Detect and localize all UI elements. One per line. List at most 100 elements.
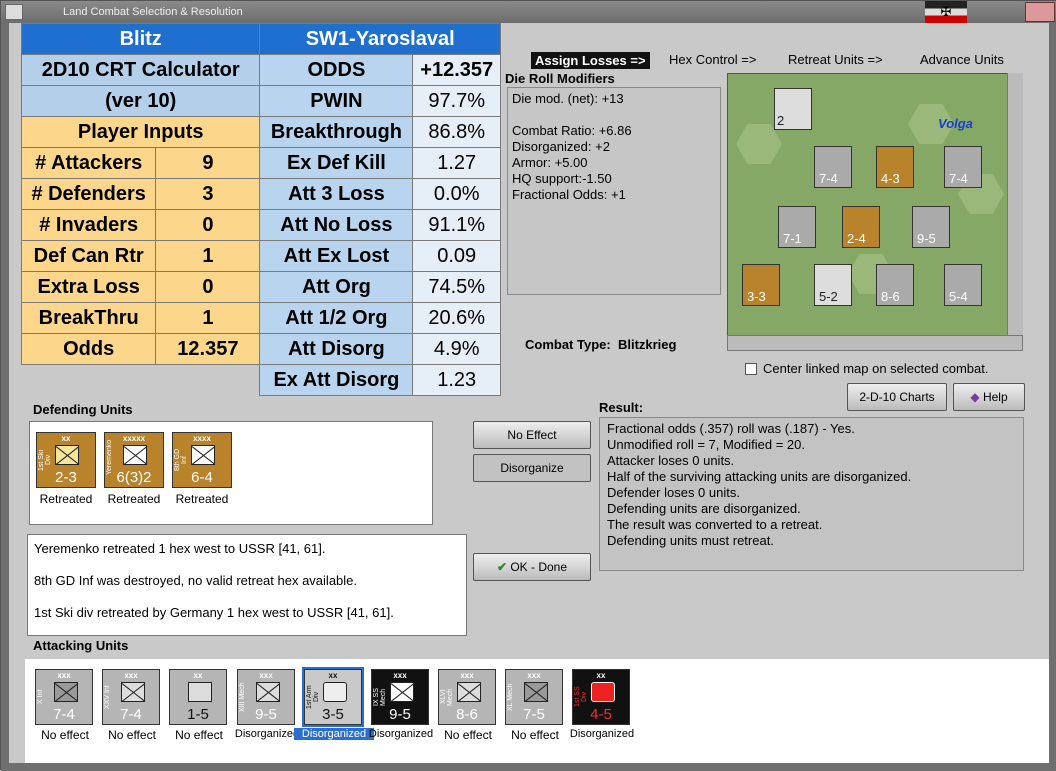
map-unit[interactable]: 7-4 xyxy=(814,146,852,188)
result-line: The result was converted to a retreat. xyxy=(607,517,823,532)
result-label: Att No Loss xyxy=(259,209,414,241)
attacking-unit[interactable]: xx 1-5 xyxy=(169,669,227,725)
map-unit[interactable]: 2-4 xyxy=(842,206,880,248)
result-line: Half of the surviving attacking units ar… xyxy=(607,469,912,484)
result-value: 74.5% xyxy=(412,271,501,303)
input-value[interactable]: 9 xyxy=(155,147,261,179)
die-mod-line xyxy=(512,107,716,123)
result-value: 20.6% xyxy=(412,302,501,334)
attacking-unit[interactable]: xxx XLVI Mech 8-6 xyxy=(438,669,496,725)
result-box: Fractional odds (.357) roll was (.187) -… xyxy=(599,417,1024,571)
tab-hex-control[interactable]: Hex Control => xyxy=(669,52,756,67)
result-label: Ex Def Kill xyxy=(259,147,414,179)
help-icon: ◆ xyxy=(970,390,980,404)
result-value: 0.0% xyxy=(412,178,501,210)
map-unit[interactable]: 2 xyxy=(774,88,812,130)
input-value[interactable]: 3 xyxy=(155,178,261,210)
attacking-unit[interactable]: xxx X Inf 7-4 xyxy=(35,669,93,725)
unit-status: Retreated xyxy=(175,492,229,506)
map-unit[interactable]: 8-6 xyxy=(876,264,914,306)
result-value: 0.09 xyxy=(412,240,501,272)
log-line: 8th GD Inf was destroyed, no valid retre… xyxy=(34,573,358,588)
attacking-unit[interactable]: xxx XXV Inf 7-4 xyxy=(102,669,160,725)
attacking-unit[interactable]: xxx XL Mech 7-5 xyxy=(505,669,563,725)
tab-retreat-units[interactable]: Retreat Units => xyxy=(788,52,883,67)
map-horizontal-scrollbar[interactable] xyxy=(727,335,1023,351)
map-unit[interactable]: 3-3 xyxy=(742,264,780,306)
map-unit[interactable]: 7-4 xyxy=(944,146,982,188)
help-button[interactable]: ◆ Help xyxy=(953,383,1025,411)
result-label: Att Org xyxy=(259,271,414,303)
input-label: # Attackers xyxy=(20,147,157,179)
input-label: BreakThru xyxy=(20,302,157,334)
ok-done-button[interactable]: ✔ OK - Done xyxy=(473,553,591,581)
die-mods-title: Die Roll Modifiers xyxy=(505,71,615,86)
center-map-checkbox[interactable]: Center linked map on selected combat. xyxy=(745,361,988,376)
result-label: Att 1/2 Org xyxy=(259,302,414,334)
result-line: Defending units are disorganized. xyxy=(607,501,801,516)
input-value[interactable]: 1 xyxy=(155,302,261,334)
input-label: Def Can Rtr xyxy=(20,240,157,272)
disorganize-button[interactable]: Disorganize xyxy=(473,454,591,482)
map-unit[interactable]: 4-3 xyxy=(876,146,914,188)
result-value: 1.23 xyxy=(412,364,501,396)
map-unit[interactable]: 9-5 xyxy=(912,206,950,248)
crt-calculator: Blitz SW1-Yaroslaval 2D10 CRT Calculator… xyxy=(20,23,501,396)
center-map-label: Center linked map on selected combat. xyxy=(763,361,989,376)
attacking-units-strip: xxx X Inf 7-4 No effect xxx XXV Inf 7-4 No e… xyxy=(25,659,1049,763)
retreat-log: Yeremenko retreated 1 hex west to USSR [… xyxy=(27,534,467,636)
attacking-title: Attacking Units xyxy=(33,638,129,653)
combat-window: Land Combat Selection & Resolution ✠ Ass… xyxy=(0,0,1056,771)
checkbox-icon[interactable] xyxy=(745,362,757,375)
log-line: Yeremenko retreated 1 hex west to USSR [… xyxy=(34,541,326,556)
calc-header-left: Blitz xyxy=(20,23,261,55)
map-label-volga: Volga xyxy=(938,116,973,131)
combat-type-value: Blitzkrieg xyxy=(617,337,677,352)
log-line: 1st Ski div retreated by Germany 1 hex w… xyxy=(34,605,394,620)
attacking-unit[interactable]: xx 1st SS Div 4-5 xyxy=(572,669,630,725)
result-line: Defender loses 0 units. xyxy=(607,485,740,500)
die-mod-line: Combat Ratio: +6.86 xyxy=(512,123,632,138)
charts-button[interactable]: 2-D-10 Charts xyxy=(847,383,947,411)
unit-status: Disorganized xyxy=(569,728,635,740)
attacking-unit[interactable]: xxx IX SS Mech 9-5 xyxy=(371,669,429,725)
defending-unit[interactable]: xx 1st Ski Div 2-3 xyxy=(36,432,96,488)
defending-title: Defending Units xyxy=(33,402,133,417)
map-unit[interactable]: 5-2 xyxy=(814,264,852,306)
result-line: Defending units must retreat. xyxy=(607,533,774,548)
result-line: Attacker loses 0 units. xyxy=(607,453,735,468)
calc-title: 2D10 CRT Calculator xyxy=(20,54,261,86)
input-value[interactable]: 0 xyxy=(155,271,261,303)
tab-advance-units[interactable]: Advance Units xyxy=(920,52,1004,67)
result-value: 91.1% xyxy=(412,209,501,241)
result-value: 86.8% xyxy=(412,116,501,148)
input-value[interactable]: 1 xyxy=(155,240,261,272)
result-label: Att 3 Loss xyxy=(259,178,414,210)
die-mod-line: HQ support:-1.50 xyxy=(512,171,612,186)
tab-assign-losses[interactable]: Assign Losses => xyxy=(531,52,650,69)
result-label: Att Ex Lost xyxy=(259,240,414,272)
mini-map[interactable]: Volga 2 7-4 4-3 7-4 7-1 2-4 9-5 3-3 5-2 … xyxy=(727,73,1023,341)
no-effect-button[interactable]: No Effect xyxy=(473,421,591,449)
map-vertical-scrollbar[interactable] xyxy=(1007,73,1023,335)
system-menu-icon[interactable] xyxy=(5,4,23,20)
input-value[interactable]: 12.357 xyxy=(155,333,261,365)
help-label: Help xyxy=(982,390,1008,404)
attacking-unit[interactable]: xxx XIII Mech 9-5 xyxy=(237,669,295,725)
result-line: Unmodified roll = 7, Modified = 20. xyxy=(607,437,805,452)
input-value[interactable]: 0 xyxy=(155,209,261,241)
input-label: # Invaders xyxy=(20,209,157,241)
combat-type-label: Combat Type: xyxy=(525,337,611,352)
close-icon[interactable] xyxy=(1025,2,1055,22)
combat-type: Combat Type: Blitzkrieg xyxy=(525,337,676,352)
map-unit[interactable]: 7-1 xyxy=(778,206,816,248)
die-mod-line: Die mod. (net): +13 xyxy=(512,91,624,106)
defending-unit[interactable]: xxxx 8th GD Inf 6-4 xyxy=(172,432,232,488)
flag-icon: ✠ xyxy=(925,1,967,23)
defending-unit[interactable]: xxxxx Yeremenko 6(3)2 xyxy=(104,432,164,488)
map-unit[interactable]: 5-4 xyxy=(944,264,982,306)
checkmark-icon: ✔ xyxy=(496,560,507,574)
frame-right xyxy=(1049,23,1056,771)
attacking-unit[interactable]: xx 1st Arm Div 3-5 xyxy=(302,667,364,727)
ok-label: OK - Done xyxy=(510,560,568,574)
